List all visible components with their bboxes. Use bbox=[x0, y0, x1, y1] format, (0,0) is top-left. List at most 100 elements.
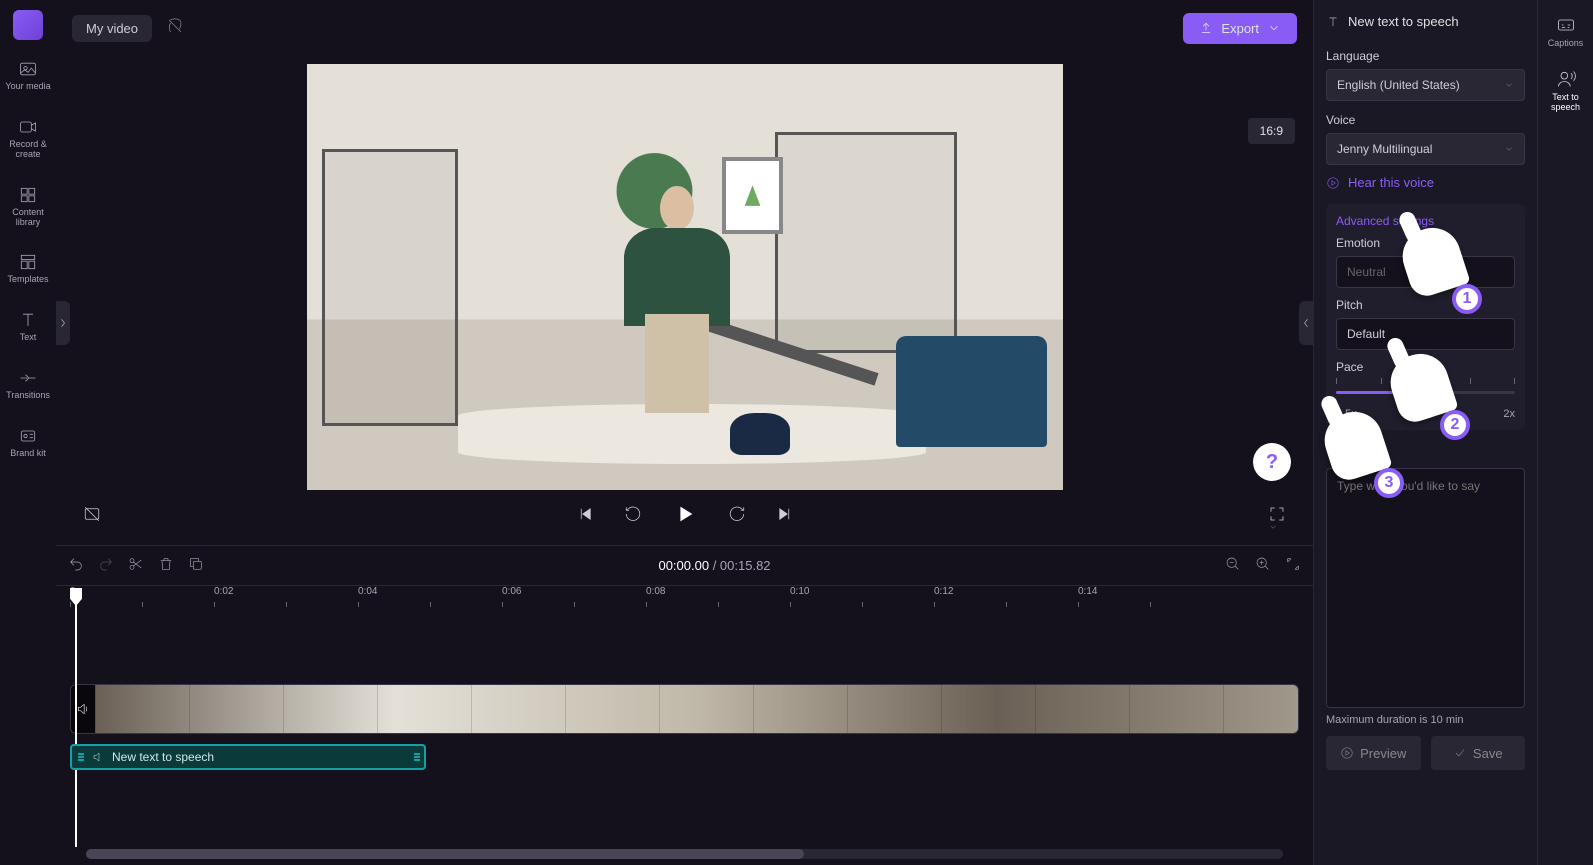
top-bar: My video Export bbox=[56, 0, 1313, 56]
split-button[interactable] bbox=[128, 556, 144, 575]
hear-voice-link[interactable]: Hear this voice bbox=[1326, 175, 1525, 190]
ruler-tick: 0:06 bbox=[502, 586, 521, 597]
save-button[interactable]: Save bbox=[1431, 736, 1526, 770]
sidebar-item-record[interactable]: Record & create bbox=[3, 110, 53, 166]
tts-properties-panel: New text to speech Language English (Uni… bbox=[1313, 0, 1537, 865]
aspect-ratio-chip[interactable]: 16:9 bbox=[1248, 118, 1295, 144]
transitions-icon bbox=[17, 367, 39, 389]
language-label: Language bbox=[1326, 49, 1525, 63]
ruler-tick: 0:14 bbox=[1078, 586, 1097, 597]
text-label: Text bbox=[1326, 442, 1525, 456]
duplicate-button[interactable] bbox=[188, 556, 204, 575]
expand-right-panel-button[interactable] bbox=[1299, 301, 1313, 345]
sidebar-item-media[interactable]: Your media bbox=[3, 52, 53, 98]
sidebar-label: Text bbox=[20, 333, 37, 343]
sidebar-label: Templates bbox=[7, 275, 48, 285]
timeline-ruler[interactable]: 0 0:02 0:04 0:06 0:08 0:10 0:12 0:14 bbox=[56, 586, 1313, 608]
brand-icon bbox=[17, 425, 39, 447]
captions-icon bbox=[1555, 14, 1577, 36]
export-button[interactable]: Export bbox=[1183, 13, 1297, 44]
pace-max-label: 2x bbox=[1503, 408, 1515, 420]
ruler-tick: 0:12 bbox=[934, 586, 953, 597]
expand-left-panel-button[interactable] bbox=[56, 301, 70, 345]
zoom-in-button[interactable] bbox=[1255, 556, 1271, 575]
help-button[interactable]: ? bbox=[1253, 443, 1291, 481]
safe-zones-button[interactable] bbox=[78, 500, 106, 528]
pitch-label: Pitch bbox=[1336, 298, 1515, 312]
sidebar-item-library[interactable]: Content library bbox=[3, 178, 53, 234]
delete-button[interactable] bbox=[158, 556, 174, 575]
total-time: 00:15.82 bbox=[720, 558, 771, 573]
scrollbar-thumb[interactable] bbox=[86, 849, 804, 859]
pace-slider[interactable] bbox=[1336, 380, 1515, 404]
redo-button[interactable] bbox=[98, 556, 114, 575]
speaker-icon bbox=[92, 751, 104, 763]
forward-button[interactable] bbox=[723, 500, 751, 528]
text-to-speech-tab[interactable]: Text to speech bbox=[1541, 68, 1591, 112]
sidebar-label: Content library bbox=[5, 208, 51, 228]
clip-thumbnails bbox=[95, 685, 1298, 733]
text-icon bbox=[17, 309, 39, 331]
pace-label: Pace bbox=[1336, 360, 1515, 374]
sidebar-item-text[interactable]: Text bbox=[3, 303, 53, 349]
clip-handle-right[interactable] bbox=[414, 753, 420, 761]
timeline-scrollbar[interactable] bbox=[86, 849, 1283, 859]
play-button[interactable] bbox=[667, 496, 703, 532]
ruler-tick: 0:10 bbox=[790, 586, 809, 597]
undo-button[interactable] bbox=[68, 556, 84, 575]
sidebar-label: Transitions bbox=[6, 391, 50, 401]
advanced-title: Advanced settings bbox=[1336, 214, 1515, 228]
chevron-down-icon bbox=[1504, 80, 1514, 90]
preview-button[interactable]: Preview bbox=[1326, 736, 1421, 770]
pitch-select[interactable]: Default bbox=[1336, 318, 1515, 350]
video-canvas[interactable] bbox=[307, 64, 1063, 490]
player-controls bbox=[56, 490, 1313, 538]
tts-text-input[interactable] bbox=[1326, 468, 1525, 708]
text-icon bbox=[1326, 15, 1340, 29]
voice-select[interactable]: Jenny Multilingual bbox=[1326, 133, 1525, 165]
main-column: My video Export 16:9 bbox=[56, 0, 1313, 865]
sidebar-item-templates[interactable]: Templates bbox=[3, 245, 53, 291]
sidebar-item-brand[interactable]: Brand kit bbox=[3, 419, 53, 465]
current-time: 00:00.00 bbox=[658, 558, 709, 573]
preview-area: 16:9 ? bbox=[56, 56, 1313, 545]
zoom-out-button[interactable] bbox=[1225, 556, 1241, 575]
panel-title: New text to speech bbox=[1348, 14, 1459, 29]
chevron-down-icon bbox=[1504, 144, 1514, 154]
ruler-tick: 0:02 bbox=[214, 586, 233, 597]
voice-label: Voice bbox=[1326, 113, 1525, 127]
user-voice-icon bbox=[1555, 68, 1577, 90]
video-clip[interactable] bbox=[70, 684, 1299, 734]
sidebar-label: Record & create bbox=[5, 140, 51, 160]
clip-handle-left[interactable] bbox=[78, 753, 84, 761]
templates-icon bbox=[17, 251, 39, 273]
check-icon bbox=[1453, 746, 1467, 760]
project-title[interactable]: My video bbox=[72, 15, 152, 42]
duration-hint: Maximum duration is 10 min bbox=[1326, 714, 1525, 726]
fullscreen-button[interactable] bbox=[1263, 500, 1291, 528]
tts-audio-clip[interactable]: New text to speech bbox=[70, 744, 426, 770]
chevron-down-icon bbox=[1267, 21, 1281, 35]
pace-min-label: 0.5x bbox=[1336, 408, 1357, 420]
tab-label: Text to speech bbox=[1541, 92, 1591, 112]
emotion-select[interactable]: Neutral bbox=[1336, 256, 1515, 288]
autosave-off-icon[interactable] bbox=[166, 17, 184, 40]
sidebar-label: Brand kit bbox=[10, 449, 46, 459]
time-display: 00:00.00 / 00:15.82 bbox=[658, 558, 770, 573]
skip-next-button[interactable] bbox=[771, 500, 799, 528]
sidebar-item-transitions[interactable]: Transitions bbox=[3, 361, 53, 407]
language-select[interactable]: English (United States) bbox=[1326, 69, 1525, 101]
rewind-button[interactable] bbox=[619, 500, 647, 528]
pace-knob[interactable] bbox=[1420, 386, 1432, 398]
emotion-label: Emotion bbox=[1336, 236, 1515, 250]
captions-tab[interactable]: Captions bbox=[1541, 14, 1591, 48]
export-label: Export bbox=[1221, 21, 1259, 36]
audio-clip-label: New text to speech bbox=[112, 750, 214, 764]
right-sidebar: Captions Text to speech bbox=[1537, 0, 1593, 865]
panel-header: New text to speech bbox=[1326, 14, 1525, 29]
timeline[interactable]: 0 0:02 0:04 0:06 0:08 0:10 0:12 0:14 New… bbox=[56, 585, 1313, 865]
fit-timeline-button[interactable] bbox=[1285, 556, 1301, 575]
app-logo[interactable] bbox=[13, 10, 43, 40]
skip-previous-button[interactable] bbox=[571, 500, 599, 528]
ruler-tick: 0:04 bbox=[358, 586, 377, 597]
